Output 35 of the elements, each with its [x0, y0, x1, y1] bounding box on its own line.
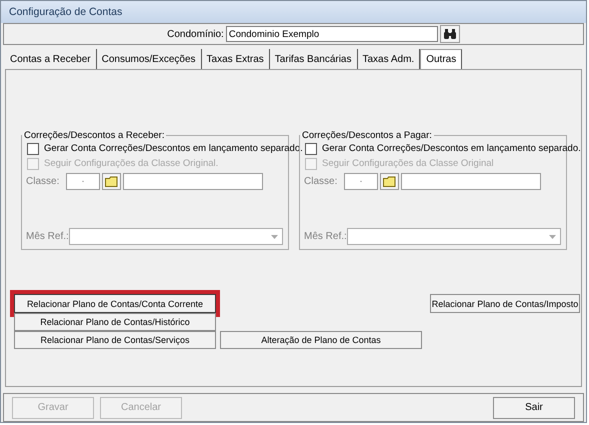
- search-button[interactable]: [440, 25, 460, 43]
- window-title: Configuração de Contas: [1, 1, 586, 23]
- tab[interactable]: Outras: [420, 49, 462, 69]
- checkbox[interactable]: [305, 142, 317, 154]
- dropdown-arrow-icon: [548, 234, 557, 240]
- classe-code-field[interactable]: .: [344, 173, 378, 190]
- classe-label: Classe:: [26, 176, 60, 187]
- group-title: Correções/Descontos a Receber:: [23, 130, 166, 141]
- condominio-field[interactable]: Condominio Exemplo: [226, 26, 438, 42]
- mes-ref-dropdown[interactable]: [346, 228, 561, 245]
- group-title: Correções/Descontos a Pagar:: [301, 130, 433, 141]
- action-button[interactable]: Relacionar Plano de Contas/Histórico: [14, 313, 216, 331]
- mes-ref-label: Mês Ref.:: [304, 231, 347, 242]
- action-button[interactable]: Relacionar Plano de Contas/Serviços: [14, 331, 216, 349]
- classe-name-field[interactable]: [123, 173, 263, 190]
- checkbox-label: Gerar Conta Correções/Descontos em lançamento separado.: [44, 143, 303, 154]
- classe-name-field[interactable]: [401, 173, 541, 190]
- folder-icon: [383, 176, 396, 187]
- action-button[interactable]: Relacionar Plano de Contas/Imposto: [430, 294, 580, 313]
- checkbox-label: Gerar Conta Correções/Descontos em lançamento separado.: [322, 143, 581, 154]
- checkbox-label: Seguir Configurações da Classe Original: [322, 158, 494, 169]
- mes-ref-label: Mês Ref.:: [26, 231, 69, 242]
- checkbox-label: Seguir Configurações da Classe Original.: [44, 158, 218, 169]
- folder-button[interactable]: [102, 173, 121, 190]
- condominio-label: Condomínio:: [167, 28, 224, 40]
- folder-button[interactable]: [380, 173, 399, 190]
- footer-button[interactable]: Sair: [493, 396, 575, 418]
- folder-icon: [105, 176, 118, 187]
- action-button[interactable]: Alteração de Plano de Contas: [220, 331, 422, 349]
- binoculars-icon: [442, 28, 457, 40]
- checkbox[interactable]: [27, 142, 39, 154]
- dropdown-arrow-icon: [270, 234, 279, 240]
- classe-label: Classe:: [304, 176, 338, 187]
- classe-code-field[interactable]: .: [66, 173, 100, 190]
- mes-ref-dropdown[interactable]: [68, 228, 283, 245]
